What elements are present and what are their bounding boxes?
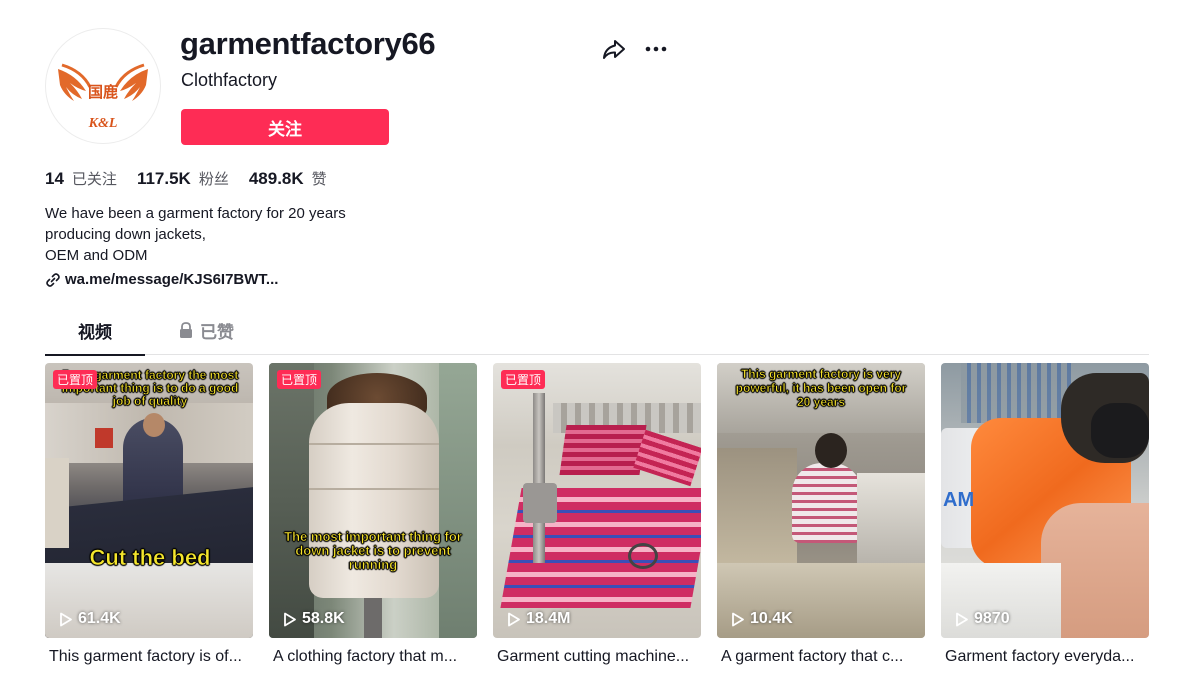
bio-link[interactable]: wa.me/message/KJS6I7BWT... xyxy=(45,271,278,288)
following-count: 14 xyxy=(45,169,64,188)
bio-line: producing down jackets, xyxy=(45,226,206,243)
play-icon xyxy=(284,612,296,626)
tab-videos-label: 视频 xyxy=(78,323,112,343)
video-thumbnail: AM 9870 xyxy=(941,363,1149,638)
view-count: 18.4M xyxy=(507,610,570,628)
avatar[interactable]: 国鹿 K&L xyxy=(45,28,161,144)
followers-label: 粉丝 xyxy=(198,170,229,188)
play-icon xyxy=(732,612,744,626)
svg-text:K&L: K&L xyxy=(88,116,118,131)
video-caption: A clothing factory that m... xyxy=(273,648,458,665)
follow-button[interactable]: 关注 xyxy=(181,109,389,145)
view-count: 9870 xyxy=(955,610,1010,628)
video-overlay-text: Cut the bed xyxy=(89,545,211,571)
profile-tabs: 视频 已赞 xyxy=(45,318,1149,356)
link-icon xyxy=(46,272,60,287)
likes-count: 489.8K xyxy=(248,169,304,188)
nickname: Clothfactory xyxy=(181,70,278,90)
video-caption: A garment factory that c... xyxy=(721,648,904,665)
play-icon xyxy=(60,612,72,626)
pinned-badge: 已置顶 xyxy=(277,370,322,389)
pinned-badge: 已置顶 xyxy=(53,370,98,389)
video-thumbnail: This garment factory is very powerful, i… xyxy=(717,363,925,638)
video-overlay-text: The most important thing for down jacket… xyxy=(284,529,462,572)
following-stat[interactable]: 14 已关注 xyxy=(45,168,117,189)
view-count: 10.4K xyxy=(731,610,793,628)
tab-videos[interactable]: 视频 xyxy=(45,318,145,356)
svg-text:国鹿: 国鹿 xyxy=(88,83,118,101)
bio-line: We have been a garment factory for 20 ye… xyxy=(45,205,346,222)
username: garmentfactory66 xyxy=(180,26,436,61)
view-count-text: 10.4K xyxy=(750,610,793,627)
bio-line: OEM and ODM xyxy=(45,247,148,264)
profile-stats: 14 已关注 117.5K 粉丝 489.8K 赞 xyxy=(45,168,327,189)
view-count-text: 9870 xyxy=(974,610,1010,627)
machine-brand-text: AM xyxy=(943,489,975,511)
view-count-text: 18.4M xyxy=(526,610,571,627)
share-icon[interactable] xyxy=(601,36,627,62)
view-count: 61.4K xyxy=(59,610,121,628)
video-overlay-text: This garment factory is very powerful, i… xyxy=(735,367,907,410)
bio: We have been a garment factory for 20 ye… xyxy=(45,203,346,266)
video-thumbnail: For a garment factory the most important… xyxy=(45,363,253,638)
more-icon[interactable] xyxy=(643,36,669,62)
view-count-text: 58.8K xyxy=(302,610,345,627)
likes-stat: 489.8K 赞 xyxy=(249,168,327,189)
view-count-text: 61.4K xyxy=(78,610,121,627)
tab-liked[interactable]: 已赞 xyxy=(178,318,234,355)
play-icon xyxy=(508,612,520,626)
followers-stat[interactable]: 117.5K 粉丝 xyxy=(137,168,229,189)
video-card[interactable]: 已置顶 18.4M Garment cutting machine... xyxy=(493,363,701,666)
pinned-badge: 已置顶 xyxy=(501,370,546,389)
video-card[interactable]: AM 9870 Garment factory everyda... xyxy=(941,363,1149,666)
followers-count: 117.5K xyxy=(136,169,191,188)
video-card[interactable]: For a garment factory the most important… xyxy=(45,363,253,666)
video-card[interactable]: The most important thing for down jacket… xyxy=(269,363,477,666)
brand-logo-icon: 国鹿 K&L xyxy=(58,63,148,131)
lock-icon xyxy=(180,322,192,338)
video-grid: For a garment factory the most important… xyxy=(45,363,1149,673)
view-count: 58.8K xyxy=(283,610,345,628)
following-label: 已关注 xyxy=(71,170,117,188)
bio-link-text: wa.me/message/KJS6I7BWT... xyxy=(65,271,279,288)
tab-liked-label: 已赞 xyxy=(200,323,234,343)
video-caption: Garment cutting machine... xyxy=(497,648,690,665)
likes-label: 赞 xyxy=(311,170,327,188)
video-thumbnail: The most important thing for down jacket… xyxy=(269,363,477,638)
video-card[interactable]: This garment factory is very powerful, i… xyxy=(717,363,925,666)
play-icon xyxy=(956,612,968,626)
profile-page: 国鹿 K&L garmentfactory66 Clothfactory 关注 … xyxy=(0,0,1185,680)
video-caption: This garment factory is of... xyxy=(49,648,242,665)
video-caption: Garment factory everyda... xyxy=(945,648,1135,665)
video-thumbnail: 已置顶 18.4M xyxy=(493,363,701,638)
